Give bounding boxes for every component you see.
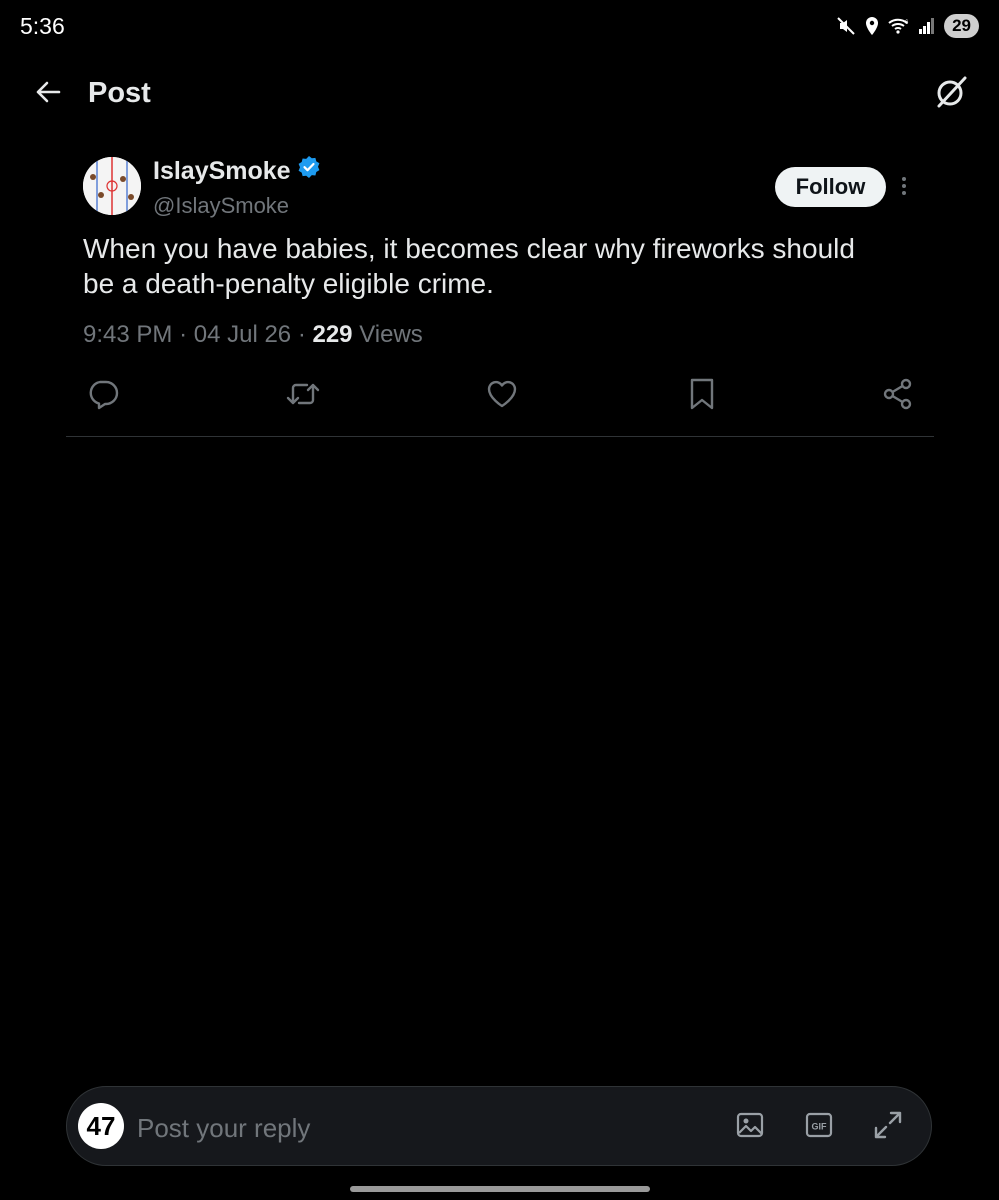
post-meta: 9:43 PM · 04 Jul 26 · 229 Views: [83, 320, 423, 350]
grok-icon: [934, 75, 968, 114]
views-count: 229: [312, 321, 353, 348]
location-icon: [864, 16, 880, 36]
follow-button[interactable]: Follow: [775, 167, 886, 207]
reply-avatar: 47: [78, 1103, 124, 1149]
expand-icon: [873, 1110, 903, 1145]
post-time[interactable]: 9:43 PM: [83, 321, 172, 348]
reply-icon: [86, 377, 120, 416]
verified-badge-icon: [297, 155, 321, 186]
arrow-left-icon: [34, 78, 62, 111]
author-handle[interactable]: @IslaySmoke: [153, 192, 289, 220]
back-button[interactable]: [28, 74, 68, 114]
post: IslaySmoke @IslaySmoke Follow When you h…: [66, 132, 934, 437]
signal-icon: [918, 17, 936, 35]
views-label: Views: [359, 321, 423, 348]
reply-button[interactable]: [83, 376, 123, 416]
gif-icon: GIF: [804, 1110, 834, 1145]
author-name-text: IslaySmoke: [153, 156, 291, 185]
status-bar: 5:36 6 29: [0, 0, 999, 56]
more-options-button[interactable]: [894, 172, 914, 204]
gesture-bar: [350, 1186, 650, 1192]
meta-separator: ·: [179, 321, 188, 348]
bookmark-button[interactable]: [682, 376, 722, 416]
share-button[interactable]: [878, 376, 918, 416]
image-icon: [735, 1110, 765, 1145]
svg-text:GIF: GIF: [812, 1121, 828, 1131]
wifi-icon: 6: [888, 17, 910, 35]
meta-separator: ·: [297, 321, 306, 348]
expand-composer-button[interactable]: [868, 1107, 908, 1147]
more-vertical-icon: [901, 175, 907, 202]
share-icon: [881, 377, 915, 416]
bookmark-icon: [687, 377, 717, 416]
post-actions: [66, 376, 934, 416]
add-image-button[interactable]: [730, 1107, 770, 1147]
status-icons: 6 29: [836, 14, 979, 38]
author-avatar[interactable]: [83, 157, 141, 215]
repost-icon: [285, 377, 321, 416]
author-name[interactable]: IslaySmoke: [153, 155, 321, 186]
post-text: When you have babies, it becomes clear w…: [83, 233, 855, 299]
grok-button[interactable]: [931, 74, 971, 114]
battery-icon: 29: [944, 14, 979, 38]
status-time: 5:36: [20, 13, 65, 39]
mute-icon: [836, 16, 856, 36]
add-gif-button[interactable]: GIF: [799, 1107, 839, 1147]
reply-bar: 47 GIF: [66, 1086, 932, 1166]
top-navigation: Post: [0, 56, 999, 132]
svg-text:6: 6: [905, 20, 909, 26]
like-button[interactable]: [482, 376, 522, 416]
post-date[interactable]: 04 Jul 26: [194, 321, 291, 348]
page-title: Post: [88, 77, 151, 109]
reply-input[interactable]: [135, 1107, 639, 1149]
repost-button[interactable]: [283, 376, 323, 416]
like-icon: [485, 377, 519, 416]
